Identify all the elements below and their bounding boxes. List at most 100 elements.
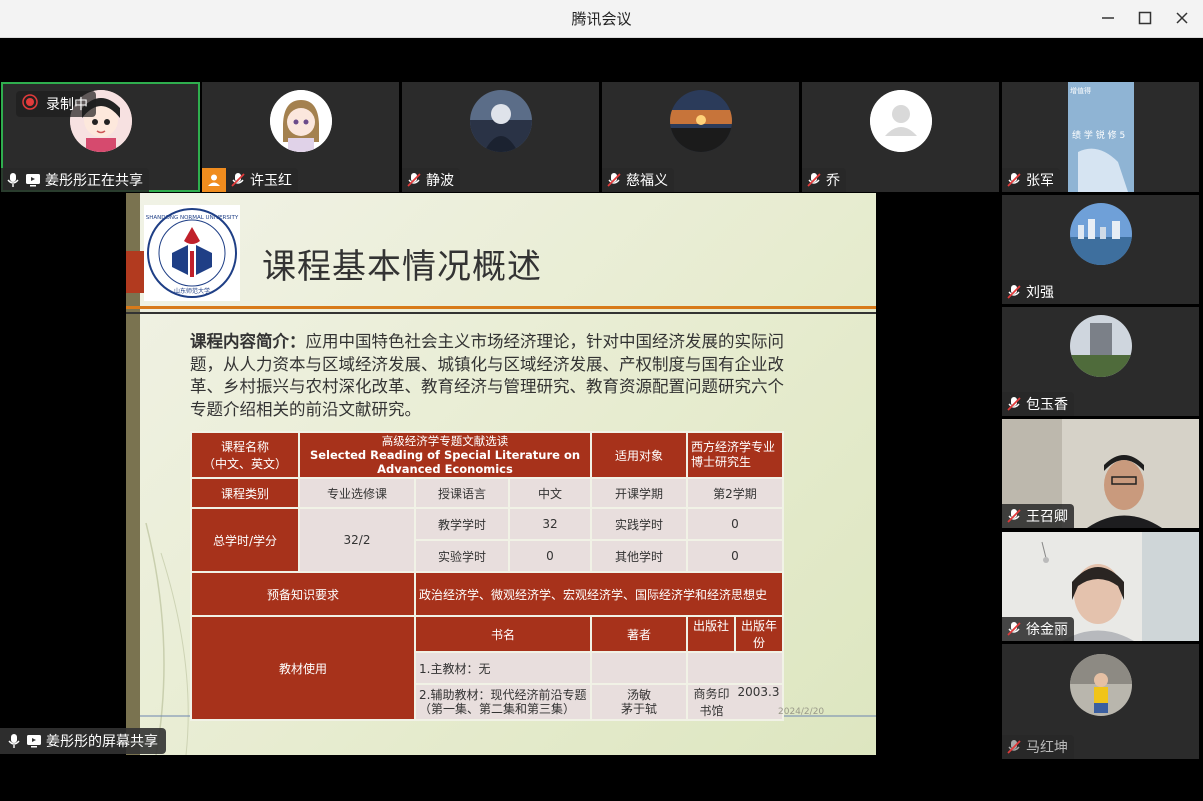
table-cell: 教材使用 (190, 615, 416, 721)
microphone-muted-icon (406, 172, 422, 188)
participant-tile[interactable]: 乔 (802, 82, 999, 192)
table-cell: 32/2 (298, 507, 416, 573)
participant-name-bar: 马红坤 (1002, 735, 1074, 759)
participant-name: 王召卿 (1026, 509, 1068, 525)
microphone-icon (5, 172, 21, 188)
minimize-icon[interactable] (1090, 4, 1126, 32)
table-cell: 适用对象 (590, 431, 688, 479)
slide-title: 课程基本情况概述 (262, 247, 542, 287)
record-icon (22, 94, 38, 114)
participant-name: 包玉香 (1026, 397, 1068, 413)
table-cell: 出版社 出版年份 (686, 615, 784, 653)
microphone-muted-icon (1006, 396, 1022, 412)
table-cell: 其他学时 (590, 539, 688, 573)
participant-tile[interactable]: 马红坤 (1002, 644, 1199, 759)
participant-tile[interactable]: 静波 (402, 82, 599, 192)
table-cell: 书名 (414, 615, 592, 653)
table-cell: 课程名称 （中文、英文） (190, 431, 300, 479)
table-cell: 商务印书馆 2003.3 (686, 683, 784, 721)
title-bar: 腾讯会议 (0, 0, 1203, 38)
table-cell: 实践学时 (590, 507, 688, 541)
table-cell: 汤敏 茅于轼 (590, 683, 688, 721)
participant-name: 张军 (1026, 173, 1054, 189)
participant-tile[interactable]: 慈福义 (602, 82, 799, 192)
participant-name: 姜彤彤正在共享 (45, 173, 143, 189)
participant-name: 慈福义 (626, 173, 668, 189)
table-cell: 0 (508, 539, 592, 573)
participant-name-bar: 许玉红 (202, 168, 298, 192)
microphone-muted-icon (1006, 172, 1022, 188)
table-cell: 开课学期 (590, 477, 688, 509)
avatar (670, 90, 732, 152)
title-rule (126, 306, 876, 309)
slide-date: 2024/2/20 (778, 707, 825, 717)
participant-tile[interactable]: 包玉香 (1002, 307, 1199, 416)
table-cell: 实验学时 (414, 539, 510, 573)
table-cell: 政治经济学、微观经济学、宏观经济学、国际经济学和经济思想史 (414, 571, 784, 617)
microphone-muted-icon (606, 172, 622, 188)
microphone-muted-icon (1006, 621, 1022, 637)
participant-tile[interactable]: 刘强 (1002, 195, 1199, 304)
table-cell: 教学学时 (414, 507, 510, 541)
maximize-icon[interactable] (1127, 4, 1163, 32)
participant-name: 马红坤 (1026, 740, 1068, 756)
table-cell: 西方经济学专业 博士研究生 (686, 431, 784, 479)
table-cell: 中文 (508, 477, 592, 509)
avatar (1070, 203, 1132, 265)
participant-name-bar: 慈福义 (602, 168, 674, 192)
participant-video-tile[interactable]: 王召卿 (1002, 419, 1199, 528)
participant-name: 许玉红 (250, 173, 292, 189)
table-cell (590, 651, 688, 685)
table-cell: 授课语言 (414, 477, 510, 509)
shared-slide: SHANDONG NORMAL UNIVERSITY 山东师范大学 课程基本情况… (126, 193, 876, 755)
participant-name: 徐金丽 (1026, 622, 1068, 638)
video-thumbnail: 增值得 绩 学 锐 修 5 (1068, 82, 1134, 192)
intro-label: 课程内容简介： (190, 332, 306, 351)
logo-text: SHANDONG NORMAL UNIVERSITY (146, 215, 239, 221)
table-cell: 0 (686, 507, 784, 541)
participant-tile[interactable]: 增值得 绩 学 锐 修 5 张军 (1002, 82, 1199, 192)
avatar (470, 90, 532, 152)
table-cell (686, 651, 784, 685)
university-logo: SHANDONG NORMAL UNIVERSITY 山东师范大学 (144, 205, 240, 301)
recording-badge[interactable]: 录制中 (16, 91, 96, 117)
table-cell: 第2学期 (686, 477, 784, 509)
participant-name-bar: 包玉香 (1002, 392, 1074, 416)
default-avatar-icon (870, 90, 932, 152)
table-cell: 1.主教材：无 (414, 651, 592, 685)
host-icon (202, 168, 226, 192)
course-intro: 课程内容简介：应用中国特色社会主义市场经济理论，针对中国经济发展的实际问题，从人… (190, 331, 800, 421)
participant-name: 静波 (426, 173, 454, 189)
avatar (270, 90, 332, 152)
participant-name-bar: 徐金丽 (1002, 617, 1074, 641)
participant-name-bar: 姜彤彤正在共享 (1, 168, 149, 192)
table-cell: 32 (508, 507, 592, 541)
microphone-muted-icon (230, 172, 246, 188)
participant-name: 刘强 (1026, 285, 1054, 301)
slide-red-block (126, 251, 144, 293)
table-cell: 总学时/学分 (190, 507, 300, 573)
table-cell: 2.辅助教材：现代经济前沿专题 （第一集、第二集和第三集） (414, 683, 592, 721)
table-cell: 著者 (590, 615, 688, 653)
table-cell: 课程类别 (190, 477, 300, 509)
table-cell: 0 (686, 539, 784, 573)
screen-share-icon (25, 172, 41, 188)
participant-name-bar: 王召卿 (1002, 504, 1074, 528)
screen-share-text: 姜彤彤的屏幕共享 (46, 734, 158, 750)
participant-video-tile[interactable]: 徐金丽 (1002, 532, 1199, 641)
avatar (1070, 315, 1132, 377)
microphone-muted-icon (806, 172, 822, 188)
microphone-icon (6, 733, 22, 749)
participant-name-bar: 乔 (802, 168, 846, 192)
avatar (1070, 654, 1132, 716)
screen-share-label: 姜彤彤的屏幕共享 (0, 728, 166, 754)
screen-share-icon (26, 733, 42, 749)
participant-name-bar: 刘强 (1002, 280, 1060, 304)
table-cell: 预备知识要求 (190, 571, 416, 617)
logo-chinese-text: 山东师范大学 (174, 287, 210, 295)
table-cell: 高级经济学专题文献选读 Selected Reading of Special L… (298, 431, 592, 479)
participant-name: 乔 (826, 173, 840, 189)
course-info-table: 课程名称 （中文、英文） 高级经济学专题文献选读 Selected Reading … (190, 431, 784, 721)
close-icon[interactable] (1164, 4, 1200, 32)
participant-tile[interactable]: 许玉红 (202, 82, 399, 192)
